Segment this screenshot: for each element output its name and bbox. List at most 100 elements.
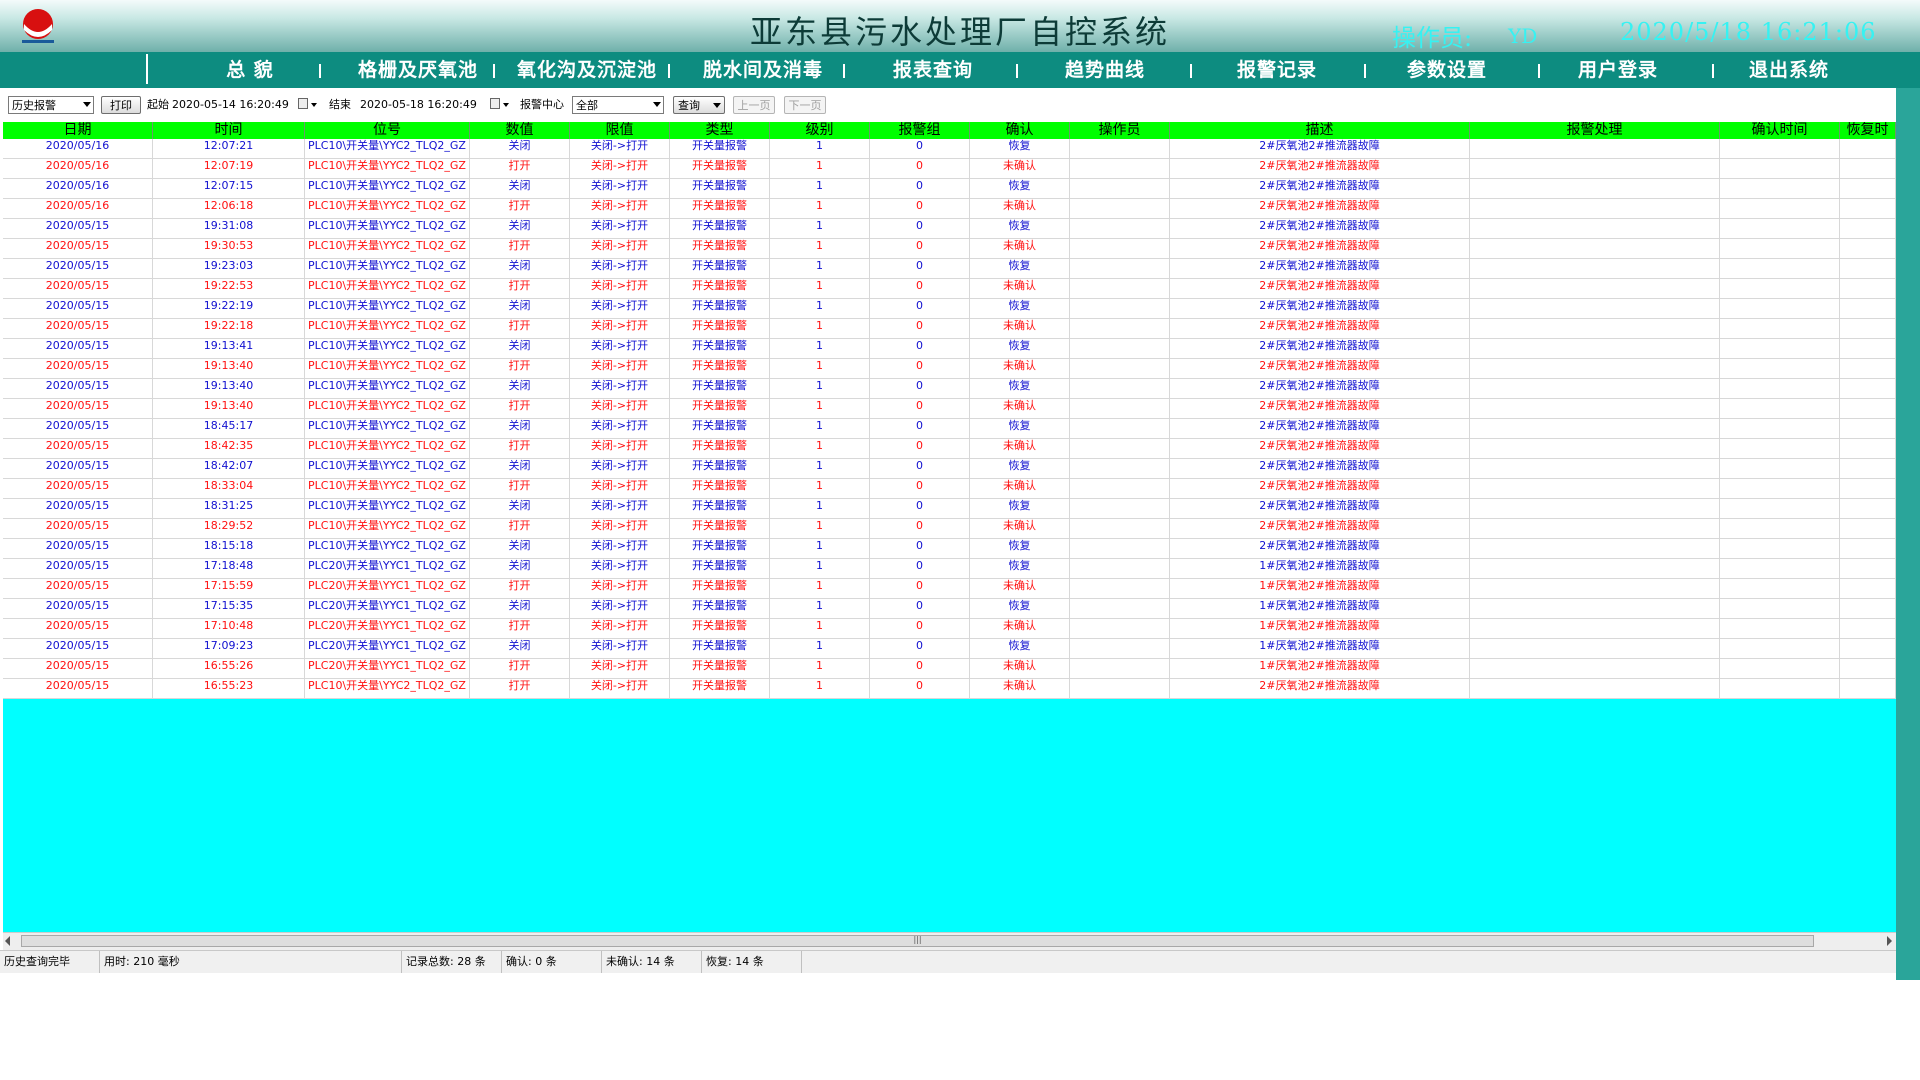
table-row[interactable]: 2020/05/15 19:13:40 PLC10\开关量\YYC2_TLQ2_GZ… <box>3 379 1896 399</box>
alarm-toolbar: 历史报警 打印 起始 2020-05-14 16:20:49 结束 2020-0… <box>0 88 1896 118</box>
table-row[interactable]: 2020/05/15 19:22:18 PLC10\开关量\YYC2_TLQ2_GZ… <box>3 319 1896 339</box>
nav-exit-system[interactable]: 退出系统 <box>1704 54 1874 86</box>
table-cell: 17:18:48 <box>153 559 305 578</box>
operator-name: YD <box>1508 24 1538 48</box>
table-row[interactable]: 2020/05/15 19:13:40 PLC10\开关量\YYC2_TLQ2_GZ… <box>3 359 1896 379</box>
nav-report-query[interactable]: 报表查询 <box>848 54 1018 86</box>
table-row[interactable]: 2020/05/15 19:31:08 PLC10\开关量\YYC2_TLQ2_GZ… <box>3 219 1896 239</box>
table-row[interactable]: 2020/05/15 18:29:52 PLC10\开关量\YYC2_TLQ2_GZ… <box>3 519 1896 539</box>
column-header[interactable]: 确认时间 <box>1720 122 1840 139</box>
table-cell: 关闭->打开 <box>570 579 670 598</box>
nav-alarm-records[interactable]: 报警记录 <box>1192 54 1362 86</box>
table-row[interactable]: 2020/05/15 17:15:35 PLC20\开关量\YYC1_TLQ2_GZ… <box>3 599 1896 619</box>
column-header[interactable]: 数值 <box>470 122 570 139</box>
table-cell: 0 <box>870 219 970 238</box>
table-cell: 12:06:18 <box>153 199 305 218</box>
nav-oxidation-ditch[interactable]: 氧化沟及沉淀池 <box>502 54 672 86</box>
column-header[interactable]: 级别 <box>770 122 870 139</box>
horizontal-scrollbar[interactable]: ||| <box>3 932 1896 950</box>
nav-screen-anaerobic[interactable]: 格栅及厌氧池 <box>333 54 503 86</box>
table-row[interactable]: 2020/05/15 16:55:26 PLC20\开关量\YYC1_TLQ2_GZ… <box>3 659 1896 679</box>
table-row[interactable]: 2020/05/16 12:07:21 PLC10\开关量\YYC2_TLQ2_GZ… <box>3 139 1896 159</box>
table-row[interactable]: 2020/05/16 12:07:19 PLC10\开关量\YYC2_TLQ2_GZ… <box>3 159 1896 179</box>
table-row[interactable]: 2020/05/16 12:06:18 PLC10\开关量\YYC2_TLQ2_GZ… <box>3 199 1896 219</box>
alarm-mode-value: 历史报警 <box>12 99 56 112</box>
table-row[interactable]: 2020/05/15 18:15:18 PLC10\开关量\YYC2_TLQ2_GZ… <box>3 539 1896 559</box>
alarm-mode-select[interactable]: 历史报警 <box>8 96 94 114</box>
table-cell: 16:55:23 <box>153 679 305 698</box>
column-header[interactable]: 报警处理 <box>1470 122 1720 139</box>
table-row[interactable]: 2020/05/15 19:22:53 PLC10\开关量\YYC2_TLQ2_GZ… <box>3 279 1896 299</box>
table-cell: 1 <box>770 519 870 538</box>
table-cell <box>1070 479 1170 498</box>
table-cell: 0 <box>870 479 970 498</box>
table-cell: 2020/05/16 <box>3 199 153 218</box>
table-row[interactable]: 2020/05/15 18:45:17 PLC10\开关量\YYC2_TLQ2_GZ… <box>3 419 1896 439</box>
table-cell: 恢复 <box>970 299 1070 318</box>
table-cell <box>1720 519 1840 538</box>
table-row[interactable]: 2020/05/15 18:42:07 PLC10\开关量\YYC2_TLQ2_GZ… <box>3 459 1896 479</box>
column-header[interactable]: 日期 <box>3 122 153 139</box>
table-row[interactable]: 2020/05/15 19:13:41 PLC10\开关量\YYC2_TLQ2_GZ… <box>3 339 1896 359</box>
table-row[interactable]: 2020/05/15 17:15:59 PLC20\开关量\YYC1_TLQ2_GZ… <box>3 579 1896 599</box>
nav-dewatering[interactable]: 脱水间及消毒 <box>678 54 848 86</box>
nav-user-login[interactable]: 用户登录 <box>1533 54 1703 86</box>
column-header[interactable]: 恢复时 <box>1840 122 1896 139</box>
table-cell: 关闭->打开 <box>570 459 670 478</box>
calendar-dropdown-icon[interactable] <box>298 98 308 109</box>
column-header[interactable]: 限值 <box>570 122 670 139</box>
table-row[interactable]: 2020/05/15 18:42:35 PLC10\开关量\YYC2_TLQ2_GZ… <box>3 439 1896 459</box>
chevron-down-icon <box>653 102 661 107</box>
table-cell: 关闭->打开 <box>570 379 670 398</box>
table-cell <box>1470 319 1720 338</box>
column-header[interactable]: 操作员 <box>1070 122 1170 139</box>
table-row[interactable]: 2020/05/15 18:33:04 PLC10\开关量\YYC2_TLQ2_GZ… <box>3 479 1896 499</box>
scroll-left-icon[interactable] <box>5 936 10 946</box>
print-button[interactable]: 打印 <box>101 96 141 114</box>
column-header[interactable]: 类型 <box>670 122 770 139</box>
nav-parameter-settings[interactable]: 参数设置 <box>1362 54 1532 86</box>
system-datetime: 2020/5/18 16:21:06 <box>1620 18 1877 46</box>
table-cell <box>1720 159 1840 178</box>
table-cell: 关闭->打开 <box>570 159 670 178</box>
query-button[interactable]: 查询 <box>673 96 725 114</box>
table-cell: 2020/05/15 <box>3 279 153 298</box>
nav-trend-curve[interactable]: 趋势曲线 <box>1020 54 1190 86</box>
table-row[interactable]: 2020/05/15 19:13:40 PLC10\开关量\YYC2_TLQ2_GZ… <box>3 399 1896 419</box>
table-row[interactable]: 2020/05/15 16:55:23 PLC10\开关量\YYC2_TLQ2_GZ… <box>3 679 1896 699</box>
table-row[interactable]: 2020/05/15 19:23:03 PLC10\开关量\YYC2_TLQ2_GZ… <box>3 259 1896 279</box>
next-page-button[interactable]: 下一页 <box>784 96 826 114</box>
table-row[interactable]: 2020/05/16 12:07:15 PLC10\开关量\YYC2_TLQ2_GZ… <box>3 179 1896 199</box>
status-acked: 确认: 0 条 <box>502 951 602 973</box>
table-row[interactable]: 2020/05/15 17:10:48 PLC20\开关量\YYC1_TLQ2_GZ… <box>3 619 1896 639</box>
column-header[interactable]: 位号 <box>305 122 470 139</box>
table-cell: PLC10\开关量\YYC2_TLQ2_GZ <box>305 419 470 438</box>
prev-page-button[interactable]: 上一页 <box>733 96 775 114</box>
column-header[interactable]: 描述 <box>1170 122 1470 139</box>
table-row[interactable]: 2020/05/15 19:22:19 PLC10\开关量\YYC2_TLQ2_GZ… <box>3 299 1896 319</box>
table-row[interactable]: 2020/05/15 17:18:48 PLC20\开关量\YYC1_TLQ2_GZ… <box>3 559 1896 579</box>
column-header[interactable]: 确认 <box>970 122 1070 139</box>
table-cell: 18:29:52 <box>153 519 305 538</box>
start-datetime-field[interactable]: 2020-05-14 16:20:49 <box>172 96 322 114</box>
table-cell: 恢复 <box>970 539 1070 558</box>
column-header[interactable]: 报警组 <box>870 122 970 139</box>
table-cell: 1 <box>770 619 870 638</box>
table-cell: 关闭 <box>470 139 570 158</box>
table-row[interactable]: 2020/05/15 18:31:25 PLC10\开关量\YYC2_TLQ2_GZ… <box>3 499 1896 519</box>
table-cell <box>1720 559 1840 578</box>
end-datetime-field[interactable]: 2020-05-18 16:20:49 <box>360 96 510 114</box>
nav-overview[interactable]: 总 貌 <box>165 54 335 86</box>
table-row[interactable]: 2020/05/15 17:09:23 PLC20\开关量\YYC1_TLQ2_GZ… <box>3 639 1896 659</box>
table-cell <box>1840 239 1896 258</box>
chevron-down-icon[interactable] <box>713 103 721 108</box>
alarm-center-select[interactable]: 全部 <box>572 96 664 114</box>
table-cell <box>1470 659 1720 678</box>
column-header[interactable]: 时间 <box>153 122 305 139</box>
table-cell: 2#厌氧池2#推流器故障 <box>1170 439 1470 458</box>
table-row[interactable]: 2020/05/15 19:30:53 PLC10\开关量\YYC2_TLQ2_GZ… <box>3 239 1896 259</box>
table-cell <box>1720 619 1840 638</box>
scroll-right-icon[interactable] <box>1887 936 1892 946</box>
scroll-thumb[interactable]: ||| <box>21 935 1814 947</box>
calendar-dropdown-icon[interactable] <box>490 98 500 109</box>
